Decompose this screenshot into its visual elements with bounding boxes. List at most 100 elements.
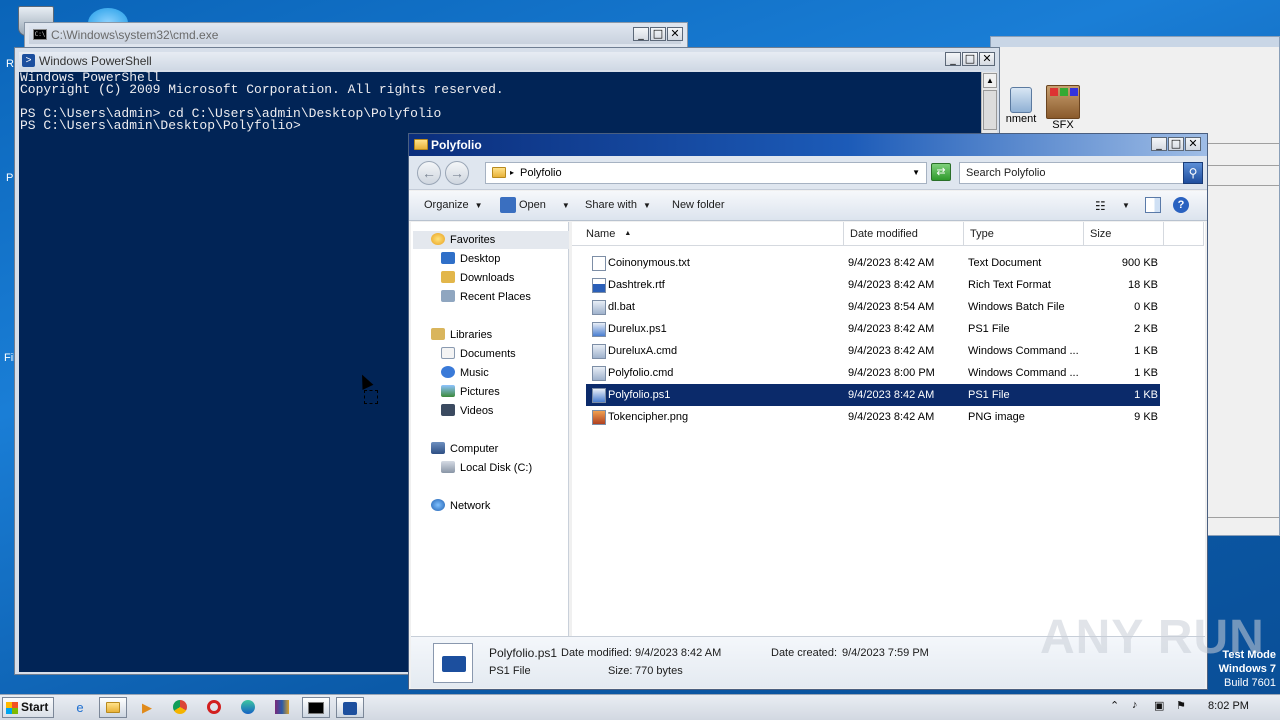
nav-libraries[interactable]: Libraries [431,328,492,341]
maximize-button[interactable]: □ [1168,137,1184,151]
organize-button[interactable]: Organize ▼ [424,199,483,211]
winrar-icon[interactable] [268,697,296,718]
file-row[interactable]: Durelux.ps1 9/4/2023 8:42 AM PS1 File 2 KB [586,318,1160,340]
nav-downloads[interactable]: Downloads [441,271,514,284]
chevron-down-icon: ▼ [642,201,651,210]
desktop-icon [441,252,455,264]
close-button[interactable]: ✕ [1185,137,1201,151]
cmd-file-icon [592,344,606,359]
show-hidden-icons-icon[interactable]: ⌃ [1110,699,1119,712]
chevron-right-icon[interactable]: ▸ [510,163,514,183]
sfx-tool[interactable]: SFX [1043,85,1083,131]
chevron-down-icon[interactable]: ▼ [912,163,920,183]
file-name: Polyfolio.ps1 [608,389,671,401]
file-date: 9/4/2023 8:42 AM [848,345,935,357]
test-mode-line: Build 7601 [1224,677,1276,689]
internet-explorer-icon[interactable]: e [66,697,94,718]
minimize-button[interactable]: _ [1151,137,1167,151]
test-mode-notice: Test Mode Windows 7 Build 7601 [1206,648,1276,690]
column-header-date[interactable]: Date modified [844,222,964,246]
maximize-button[interactable]: □ [962,52,978,66]
start-button[interactable]: Start [2,697,54,718]
action-center-flag-icon[interactable]: ⚑ [1176,699,1186,712]
explorer-title: Polyfolio [431,138,482,152]
media-player-icon[interactable]: ▶ [133,697,161,718]
nav-documents[interactable]: Documents [441,347,516,360]
preview-pane-icon[interactable] [1145,197,1161,213]
chevron-down-icon[interactable]: ▼ [1122,201,1130,210]
search-input[interactable]: Search Polyfolio [959,162,1191,184]
nav-recent-places[interactable]: Recent Places [441,290,531,303]
network-tray-icon[interactable]: ▣ [1154,699,1164,712]
close-button[interactable]: ✕ [979,52,995,66]
volume-icon[interactable]: ♪ [1132,699,1138,711]
scroll-thumb[interactable] [983,90,997,130]
file-row[interactable]: Polyfolio.cmd 9/4/2023 8:00 PM Windows Com… [586,362,1160,384]
file-row[interactable]: dl.bat 9/4/2023 8:54 AM Windows Batch File… [586,296,1160,318]
explorer-titlebar[interactable]: Polyfolio [409,134,1207,156]
file-row[interactable]: Polyfolio.ps1 9/4/2023 8:42 AM PS1 File 1 K… [586,384,1160,406]
search-icon[interactable]: ⚲ [1183,162,1203,184]
back-button[interactable]: ← [417,161,441,185]
folder-icon [106,702,120,713]
videos-icon [441,404,455,416]
nav-videos[interactable]: Videos [441,404,493,417]
nav-label: Local Disk (C:) [460,462,533,474]
nav-label: Music [460,367,489,379]
open-button[interactable]: Open ▼ [519,199,570,211]
file-size: 0 KB [1134,301,1158,313]
file-row[interactable]: Tokencipher.png 9/4/2023 8:42 AM PNG image… [586,406,1160,428]
file-row[interactable]: Dashtrek.rtf 9/4/2023 8:42 AM Rich Text Fo… [586,274,1160,296]
help-icon[interactable]: ? [1173,197,1189,213]
column-header-type[interactable]: Type [964,222,1084,246]
clock[interactable]: 8:02 PM [1208,700,1249,712]
nav-computer[interactable]: Computer [431,442,498,455]
sort-ascending-icon: ▲ [624,230,632,237]
batch-file-icon [592,300,606,315]
powershell-taskbar-button[interactable] [336,697,364,718]
test-mode-line: Windows 7 [1218,663,1276,675]
address-bar-area: ← → ▸ Polyfolio ▼ ⇄ Search Polyfolio ⚲ [409,156,1207,190]
nav-local-disk[interactable]: Local Disk (C:) [441,461,532,474]
nav-desktop[interactable]: Desktop [441,252,500,265]
share-with-button[interactable]: Share with ▼ [585,199,651,211]
nav-network[interactable]: Network [431,499,490,512]
scroll-up-icon[interactable]: ▲ [983,73,997,88]
explorer-taskbar-button[interactable] [99,697,127,718]
cmd-titlebar[interactable]: C:\ C:\Windows\system32\cmd.exe [29,26,681,44]
explorer-window[interactable]: Polyfolio _ □ ✕ ← → ▸ Polyfolio ▼ ⇄ Sear… [408,133,1208,690]
forward-button[interactable]: → [445,161,469,185]
file-size: 18 KB [1128,279,1158,291]
nav-favorites[interactable]: Favorites [431,233,495,246]
minimize-button[interactable]: _ [633,27,649,41]
column-header-name[interactable]: Name ▲ [572,222,844,246]
maximize-button[interactable]: □ [650,27,666,41]
nav-label: Documents [460,348,516,360]
minimize-button[interactable]: _ [945,52,961,66]
powershell-titlebar[interactable]: > Windows PowerShell [19,52,995,70]
refresh-button[interactable]: ⇄ [931,163,951,181]
cmd-taskbar-button[interactable] [302,697,330,718]
close-button[interactable]: ✕ [667,27,683,41]
rtf-file-icon [592,278,606,293]
file-row[interactable]: DureluxA.cmd 9/4/2023 8:42 AM Windows Comm… [586,340,1160,362]
file-date: 9/4/2023 8:42 AM [848,411,935,423]
column-header-size[interactable]: Size [1084,222,1164,246]
edge-icon[interactable] [234,697,262,718]
address-input[interactable]: ▸ Polyfolio ▼ [485,162,927,184]
file-row[interactable]: Coinonymous.txt 9/4/2023 8:42 AM Text Docu… [586,252,1160,274]
nav-music[interactable]: Music [441,366,489,379]
new-folder-button[interactable]: New folder [672,199,725,211]
view-options-icon[interactable]: ☷ [1095,199,1106,213]
nav-pictures[interactable]: Pictures [441,385,500,398]
powershell-icon: > [22,54,35,67]
details-modified-label: Date modified: [561,647,632,659]
file-size: 1 KB [1134,389,1158,401]
chrome-icon[interactable] [166,697,194,718]
file-name: Dashtrek.rtf [608,279,665,291]
comment-tool[interactable]: nment [1001,87,1041,125]
file-name: dl.bat [608,301,635,313]
opera-icon[interactable] [200,697,228,718]
file-type: PS1 File [968,323,1010,335]
pictures-icon [441,385,455,397]
